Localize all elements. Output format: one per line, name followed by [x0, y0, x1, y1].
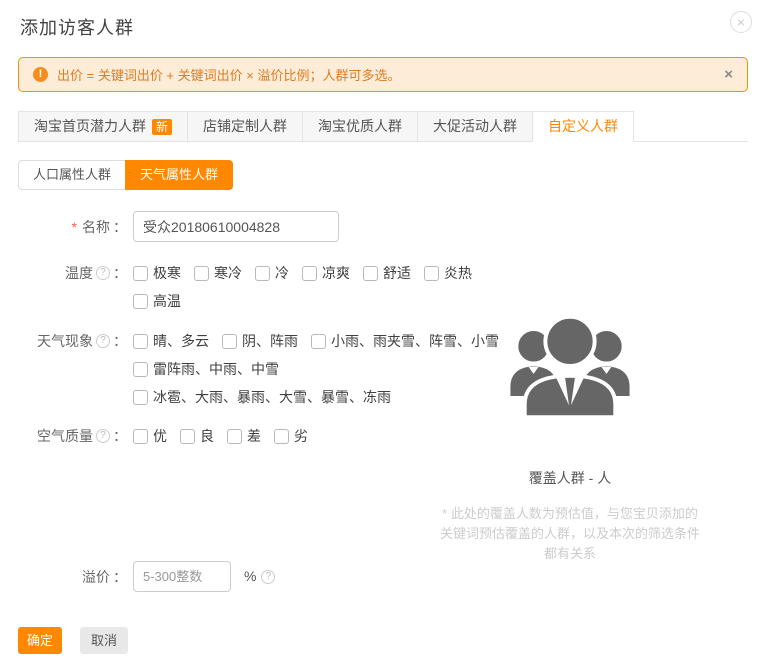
alert-close-icon[interactable]: ×: [724, 67, 733, 82]
checkbox[interactable]: [180, 429, 195, 444]
help-icon[interactable]: ?: [96, 266, 110, 280]
checkbox[interactable]: [424, 266, 439, 281]
air-quality-row: 空气质量 ? ： 优 良 差 劣: [18, 428, 308, 444]
confirm-button[interactable]: 确定: [18, 627, 62, 654]
coverage-panel: 覆盖人群 - 人 * 此处的覆盖人数为预估值，与您宝贝添加的 关键词预估覆盖的人…: [425, 300, 715, 564]
tab-taobao-quality[interactable]: 淘宝优质人群: [302, 111, 417, 142]
checkbox[interactable]: [227, 429, 242, 444]
checkbox-option[interactable]: 雷阵雨、中雨、中雪: [133, 359, 279, 379]
dialog-close-icon[interactable]: ×: [730, 11, 752, 33]
name-input[interactable]: [133, 211, 339, 242]
checkbox[interactable]: [133, 429, 148, 444]
checkbox-option[interactable]: 寒冷: [194, 263, 242, 283]
custom-audience-subtabs: 人口属性人群 天气属性人群: [18, 160, 233, 190]
checkbox-label: 差: [247, 426, 261, 446]
checkbox[interactable]: [222, 334, 237, 349]
footer-actions: 确定 取消: [18, 627, 128, 654]
checkbox[interactable]: [311, 334, 326, 349]
checkbox[interactable]: [363, 266, 378, 281]
temperature-options: 极寒 寒冷 冷 凉爽 舒适 炎热高温: [133, 265, 472, 309]
tab-label: 自定义人群: [548, 112, 618, 141]
subtab-demographic[interactable]: 人口属性人群: [18, 160, 125, 190]
exclamation-icon: !: [33, 67, 48, 82]
checkbox-label: 寒冷: [214, 263, 242, 283]
page-title: 添加访客人群: [20, 14, 134, 40]
air-quality-options: 优良差劣: [133, 428, 308, 444]
checkbox[interactable]: [302, 266, 317, 281]
checkbox[interactable]: [274, 429, 289, 444]
tab-homepage-potential[interactable]: 淘宝首页潜力人群 新: [18, 111, 187, 142]
checkbox-label: 优: [153, 426, 167, 446]
checkbox-label: 阴、阵雨: [242, 331, 298, 351]
audience-tabs: 淘宝首页潜力人群 新 店铺定制人群 淘宝优质人群 大促活动人群 自定义人群: [18, 111, 748, 142]
checkbox-label: 劣: [294, 426, 308, 446]
checkbox[interactable]: [133, 390, 148, 405]
checkbox[interactable]: [133, 362, 148, 377]
checkbox-option[interactable]: 差: [227, 426, 261, 446]
checkbox-option[interactable]: 凉爽: [302, 263, 350, 283]
tab-label: 淘宝优质人群: [318, 112, 402, 141]
checkbox[interactable]: [255, 266, 270, 281]
audience-group-icon: [496, 300, 644, 433]
premium-row: 溢价 ： % ?: [18, 561, 275, 592]
checkbox[interactable]: [133, 266, 148, 281]
checkbox-option[interactable]: 炎热: [424, 263, 472, 283]
tab-store-custom[interactable]: 店铺定制人群: [187, 111, 302, 142]
cancel-button[interactable]: 取消: [80, 627, 128, 654]
checkbox-label: 高温: [153, 291, 181, 311]
tab-label: 店铺定制人群: [203, 112, 287, 141]
help-icon[interactable]: ?: [261, 570, 275, 584]
checkbox-option[interactable]: 良: [180, 426, 214, 446]
checkbox-label: 舒适: [383, 263, 411, 283]
required-mark: *: [72, 219, 77, 235]
premium-input[interactable]: [133, 561, 231, 592]
tab-promotion-event[interactable]: 大促活动人群: [417, 111, 532, 142]
percent-unit: %: [244, 561, 256, 592]
checkbox-label: 凉爽: [322, 263, 350, 283]
checkbox-option[interactable]: 冰雹、大雨、暴雨、大雪、暴雪、冻雨: [133, 387, 391, 407]
alert-text: 出价 = 关键词出价 + 关键词出价 × 溢价比例；人群可多选。: [57, 65, 400, 84]
checkbox-label: 晴、多云: [153, 331, 209, 351]
coverage-note: * 此处的覆盖人数为预估值，与您宝贝添加的 关键词预估覆盖的人群，以及本次的筛选…: [425, 504, 715, 564]
new-badge: 新: [152, 119, 172, 135]
checkbox[interactable]: [133, 334, 148, 349]
weather-label: 天气现象 ? ：: [18, 333, 127, 349]
tab-label: 淘宝首页潜力人群: [34, 112, 146, 141]
temperature-row: 温度 ? ： 极寒 寒冷 冷 凉爽 舒适 炎热高温: [18, 265, 472, 309]
name-row: * 名称 ：: [18, 211, 339, 242]
help-icon[interactable]: ?: [96, 429, 110, 443]
checkbox-label: 极寒: [153, 263, 181, 283]
checkbox-label: 冷: [275, 263, 289, 283]
checkbox[interactable]: [194, 266, 209, 281]
premium-label: 溢价 ：: [18, 561, 127, 592]
checkbox-option[interactable]: 阴、阵雨: [222, 331, 298, 351]
air-quality-label: 空气质量 ? ：: [18, 428, 127, 444]
help-icon[interactable]: ?: [96, 334, 110, 348]
checkbox[interactable]: [133, 294, 148, 309]
tab-label: 大促活动人群: [433, 112, 517, 141]
checkbox-label: 良: [200, 426, 214, 446]
checkbox-option[interactable]: 高温: [133, 291, 181, 311]
tab-custom-audience[interactable]: 自定义人群: [532, 111, 634, 142]
bid-formula-alert: ! 出价 = 关键词出价 + 关键词出价 × 溢价比例；人群可多选。 ×: [18, 57, 748, 92]
checkbox-label: 冰雹、大雨、暴雨、大雪、暴雪、冻雨: [153, 387, 391, 407]
checkbox-label: 炎热: [444, 263, 472, 283]
subtab-weather[interactable]: 天气属性人群: [125, 160, 233, 190]
checkbox-option[interactable]: 晴、多云: [133, 331, 209, 351]
name-label: * 名称 ：: [18, 211, 127, 242]
checkbox-option[interactable]: 极寒: [133, 263, 181, 283]
checkbox-label: 雷阵雨、中雨、中雪: [153, 359, 279, 379]
checkbox-option[interactable]: 舒适: [363, 263, 411, 283]
checkbox-option[interactable]: 劣: [274, 426, 308, 446]
coverage-count-text: 覆盖人群 - 人: [425, 468, 715, 488]
checkbox-option[interactable]: 冷: [255, 263, 289, 283]
checkbox-option[interactable]: 优: [133, 426, 167, 446]
temperature-label: 温度 ? ：: [18, 265, 127, 281]
